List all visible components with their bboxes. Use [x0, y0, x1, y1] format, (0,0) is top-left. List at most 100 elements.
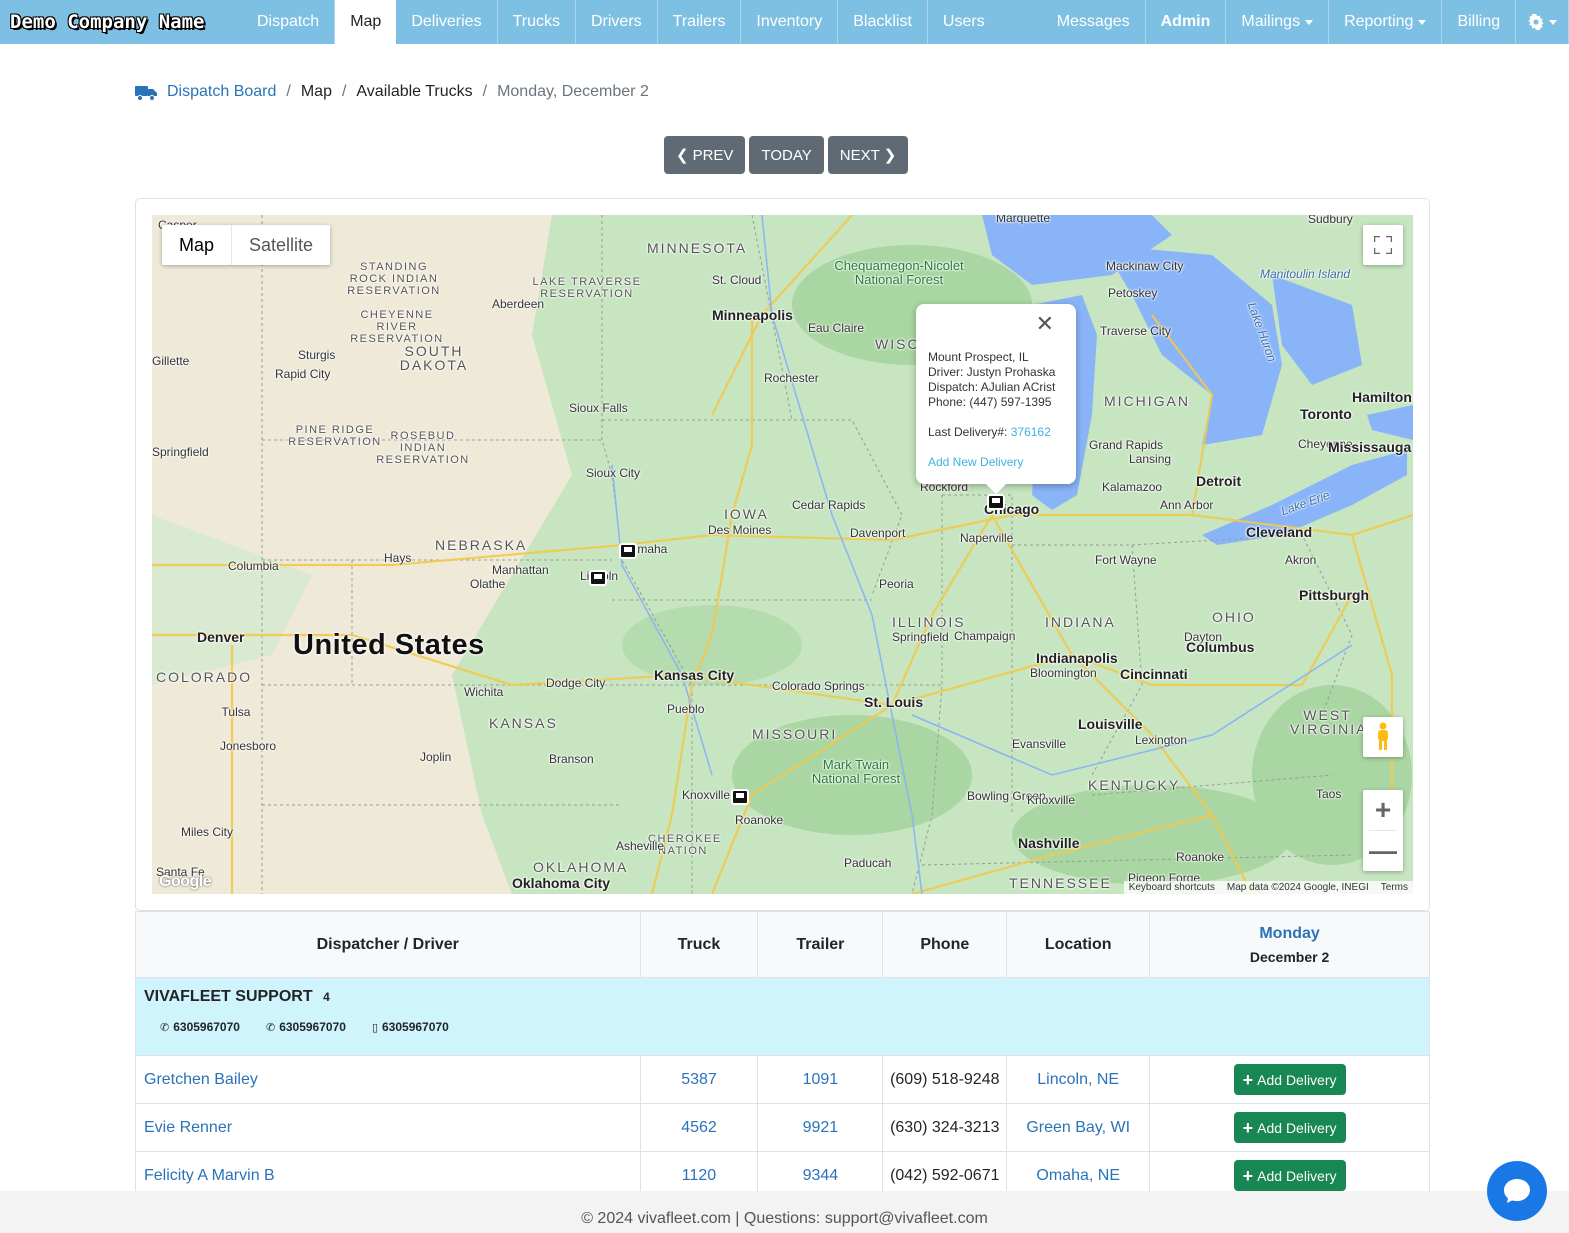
map-label-city: Hamilton [1352, 389, 1412, 405]
fullscreen-button[interactable] [1363, 225, 1403, 265]
map-label-state: COLORADO [156, 669, 253, 685]
breadcrumb-available-trucks: Available Trucks [356, 83, 473, 100]
nav-map[interactable]: Map [335, 0, 397, 44]
day-link[interactable]: Monday [1150, 925, 1429, 943]
truck-marker-mount-prospect[interactable] [987, 494, 1005, 510]
keyboard-shortcuts-link[interactable]: Keyboard shortcuts [1129, 882, 1215, 893]
action-cell: + Add Delivery [1149, 1055, 1430, 1104]
map-label-town: Traverse City [1100, 324, 1171, 338]
map-type-satellite-button[interactable]: Satellite [232, 225, 330, 265]
col-header-location: Location [1006, 911, 1151, 978]
add-delivery-button[interactable]: + Add Delivery [1233, 1064, 1346, 1095]
brand-logo[interactable]: Demo Company Name [0, 0, 242, 44]
settings-dropdown[interactable] [1516, 0, 1569, 44]
nav-trailers[interactable]: Trailers [658, 0, 742, 44]
popup-add-new-delivery-link[interactable]: Add New Delivery [928, 455, 1023, 469]
map-label-city: Denver [197, 629, 245, 645]
driver-cell: Evie Renner [135, 1103, 641, 1152]
breadcrumb-dispatch-board[interactable]: Dispatch Board [167, 83, 276, 101]
phone-number: 6305967070 [173, 1020, 240, 1034]
trailer-cell: 1091 [757, 1055, 884, 1104]
add-delivery-button[interactable]: + Add Delivery [1233, 1160, 1346, 1191]
nav-blacklist[interactable]: Blacklist [838, 0, 928, 44]
page-footer: © 2024 vivafleet.com | Questions: suppor… [0, 1191, 1569, 1233]
today-button[interactable]: TODAY [749, 136, 824, 174]
map-label-city: St. Louis [864, 694, 924, 710]
map-label-town: Davenport [850, 526, 906, 540]
map-label-town: Ann Arbor [1160, 498, 1214, 512]
truck-link[interactable]: 1120 [682, 1167, 716, 1184]
trailer-link[interactable]: 9344 [803, 1167, 839, 1184]
truck-link[interactable]: 4562 [681, 1119, 717, 1136]
map-label-town: Wichita [464, 685, 504, 699]
zoom-in-button[interactable]: + [1363, 790, 1403, 830]
map-label-town: Roanoke [1176, 850, 1225, 864]
map-label-town: Roanoke [735, 813, 784, 827]
zoom-out-button[interactable]: — [1363, 831, 1403, 871]
close-icon[interactable]: ✕ [1036, 313, 1054, 335]
nav-dispatch[interactable]: Dispatch [242, 0, 336, 44]
dispatcher-group-row: VIVAFLEET SUPPORT 4 ✆ 6305967070 ✆ 6305967… [135, 977, 1430, 1056]
chevron-left-icon: ❮ [676, 147, 689, 164]
nav-drivers[interactable]: Drivers [576, 0, 658, 44]
location-link[interactable]: Green Bay, WI [1026, 1119, 1130, 1136]
map-label-state: SOUTH DAKOTA [399, 343, 469, 373]
popup-last-delivery-link[interactable]: 376162 [1011, 425, 1051, 439]
location-link[interactable]: Omaha, NE [1036, 1167, 1120, 1184]
map-label-town: Bloomington [1030, 666, 1097, 680]
map-type-map-button[interactable]: Map [162, 225, 233, 265]
trailer-link[interactable]: 9921 [803, 1119, 839, 1136]
nav-users[interactable]: Users [928, 0, 1000, 44]
available-trucks-table: Dispatcher / Driver Truck Trailer Phone … [135, 911, 1430, 1200]
map-label-town: St. Cloud [712, 273, 762, 287]
popup-dispatch: Dispatch: AJulian ACrist [928, 380, 1056, 394]
prev-button[interactable]: ❮ PREV [664, 136, 746, 174]
map-label-town: Sturgis [298, 348, 336, 362]
dispatcher-phone-1[interactable]: ✆ 6305967070 [160, 1020, 240, 1034]
nav-mailings-dropdown[interactable]: Mailings [1226, 0, 1330, 44]
map-card: Casper Marquette Sudbury MINNESOTA Chequ… [135, 198, 1430, 911]
map-label-state: OHIO [1212, 609, 1256, 625]
truck-link[interactable]: 5387 [681, 1071, 717, 1088]
dispatcher-phone-2[interactable]: ✆ 6305967070 [266, 1020, 346, 1034]
nav-inventory[interactable]: Inventory [741, 0, 839, 44]
location-link[interactable]: Lincoln, NE [1037, 1071, 1119, 1088]
add-delivery-button[interactable]: + Add Delivery [1233, 1112, 1346, 1143]
breadcrumb-current-date: Monday, December 2 [497, 83, 649, 100]
action-cell: + Add Delivery [1149, 1103, 1430, 1152]
truck-map[interactable]: Casper Marquette Sudbury MINNESOTA Chequ… [152, 215, 1413, 894]
map-label-town: Rapid City [275, 367, 331, 381]
terms-link[interactable]: Terms [1381, 882, 1408, 893]
chat-launcher-button[interactable] [1487, 1161, 1547, 1221]
nav-billing[interactable]: Billing [1442, 0, 1517, 44]
truck-marker-springfield[interactable] [731, 789, 749, 805]
location-cell: Green Bay, WI [1006, 1103, 1151, 1152]
map-label-town: Champaign [954, 629, 1016, 643]
map-label-city: Indianapolis [1036, 650, 1118, 666]
plus-icon: + [1242, 1117, 1254, 1138]
chevron-right-icon: ❯ [883, 147, 897, 164]
truck-marker-lincoln[interactable] [589, 570, 607, 586]
map-label-town: Grand Rapids [1089, 438, 1164, 452]
map-label-town: Branson [549, 752, 594, 766]
nav-trucks[interactable]: Trucks [498, 0, 576, 44]
map-label-city: Nashville [1018, 835, 1080, 851]
truck-marker-omaha[interactable] [619, 543, 637, 559]
breadcrumb-map: Map [300, 83, 332, 100]
footer-copyright: © 2024 vivafleet.com [581, 1210, 731, 1227]
nav-admin[interactable]: Admin [1146, 0, 1227, 44]
driver-link[interactable]: Gretchen Bailey [144, 1071, 258, 1088]
mobile-icon: ▯ [371, 1022, 378, 1034]
map-label-town: Dodge City [546, 676, 606, 690]
driver-link[interactable]: Felicity A Marvin B [144, 1167, 275, 1184]
nav-reporting-dropdown[interactable]: Reporting [1329, 0, 1443, 44]
street-view-button[interactable] [1363, 717, 1403, 757]
location-cell: Lincoln, NE [1006, 1055, 1151, 1104]
trailer-link[interactable]: 1091 [803, 1071, 839, 1088]
map-label-city: Kansas City [654, 667, 735, 683]
dispatcher-mobile[interactable]: ▯ 6305967070 [372, 1020, 449, 1034]
nav-messages[interactable]: Messages [1042, 0, 1146, 44]
driver-link[interactable]: Evie Renner [144, 1119, 232, 1136]
nav-deliveries[interactable]: Deliveries [396, 0, 498, 44]
next-button[interactable]: NEXT ❯ [827, 136, 909, 174]
